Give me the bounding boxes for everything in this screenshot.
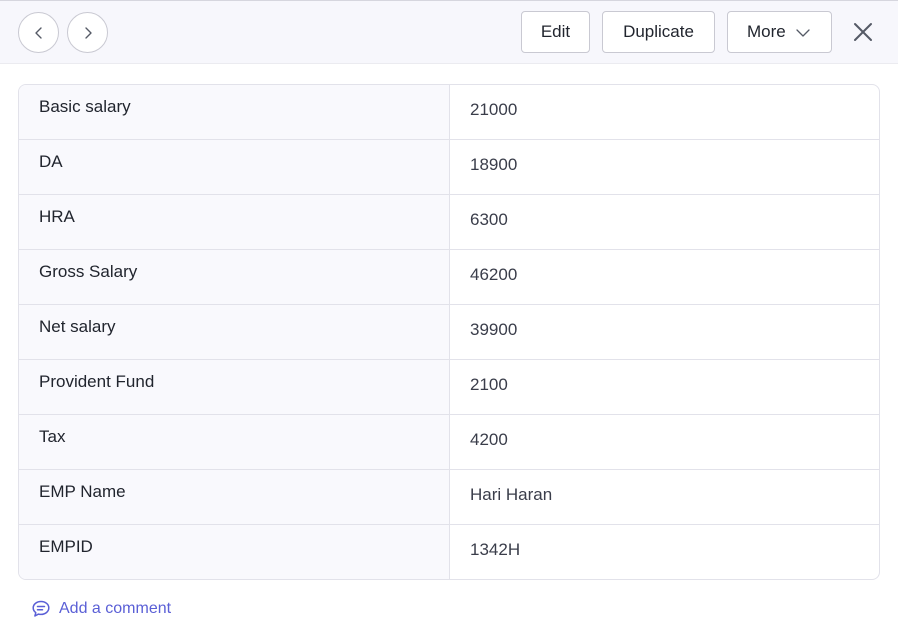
field-label: Basic salary — [19, 85, 450, 139]
field-label: Net salary — [19, 305, 450, 359]
table-row: Net salary 39900 — [19, 305, 879, 360]
close-button[interactable] — [851, 20, 875, 44]
field-value: 6300 — [470, 210, 508, 229]
close-icon — [854, 23, 872, 41]
field-value: 4200 — [470, 430, 508, 449]
field-value: Hari Haran — [470, 485, 553, 504]
field-label: Provident Fund — [19, 360, 450, 414]
add-comment-link[interactable]: Add a comment — [31, 598, 171, 620]
field-label: DA — [19, 140, 450, 194]
table-row: Tax 4200 — [19, 415, 879, 470]
duplicate-button[interactable]: Duplicate — [602, 11, 715, 53]
table-row: Basic salary 21000 — [19, 85, 879, 140]
comment-icon — [32, 600, 50, 617]
more-button-label: More — [747, 22, 786, 41]
table-row: Gross Salary 46200 — [19, 250, 879, 305]
field-label: HRA — [19, 195, 450, 249]
field-value: 21000 — [470, 100, 518, 119]
add-comment-label: Add a comment — [59, 600, 172, 617]
field-value: 46200 — [470, 265, 518, 284]
chevron-down-icon — [796, 29, 810, 37]
more-button[interactable]: More — [727, 11, 832, 53]
table-row: Provident Fund 2100 — [19, 360, 879, 415]
chevron-left-icon — [34, 26, 42, 39]
previous-record-button[interactable] — [18, 12, 59, 53]
field-value: 18900 — [470, 155, 518, 174]
field-label: Tax — [19, 415, 450, 469]
record-toolbar: Edit Duplicate More — [0, 0, 898, 64]
table-row: EMPID 1342H — [19, 525, 879, 579]
field-value: 1342H — [470, 540, 521, 559]
field-value: 39900 — [470, 320, 518, 339]
record-details-table: Basic salary 21000 DA 18900 HRA 6300 Gro… — [18, 84, 880, 580]
next-record-button[interactable] — [67, 12, 108, 53]
chevron-right-icon — [84, 26, 92, 39]
field-label: Gross Salary — [19, 250, 450, 304]
table-row: DA 18900 — [19, 140, 879, 195]
field-label: EMPID — [19, 525, 450, 579]
field-value: 2100 — [470, 375, 508, 394]
field-label: EMP Name — [19, 470, 450, 524]
table-row: EMP Name Hari Haran — [19, 470, 879, 525]
edit-button[interactable]: Edit — [521, 11, 590, 53]
table-row: HRA 6300 — [19, 195, 879, 250]
